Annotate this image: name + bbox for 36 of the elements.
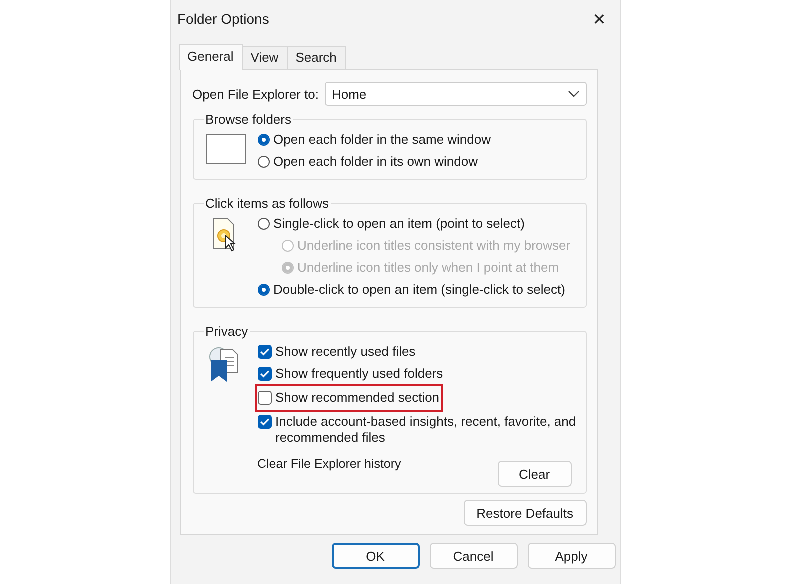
- option-label: Single-click to open an item (point to select): [274, 215, 525, 233]
- option-label: Include account-based insights, recent, favorite, and recommended files: [276, 413, 578, 447]
- option-label: Clear File Explorer history: [258, 456, 402, 473]
- checkbox[interactable]: [258, 415, 272, 429]
- option-label: Open each folder in its own window: [274, 153, 478, 171]
- radio-button[interactable]: [258, 284, 270, 296]
- option-label: Underline icon titles consistent with my browser: [298, 237, 571, 255]
- option-label: Double-click to open an item (single-click to select): [274, 281, 566, 299]
- dialog-button[interactable]: Apply: [528, 543, 616, 569]
- window-title: Folder Options: [178, 11, 270, 27]
- tab[interactable]: General: [178, 44, 243, 70]
- close-button[interactable]: ✕: [580, 2, 620, 36]
- checkbox[interactable]: [258, 345, 272, 359]
- radio-button[interactable]: [258, 218, 270, 230]
- option-label: Underline icon titles only when I point at them: [298, 259, 560, 277]
- group-title: Click items as follows: [204, 196, 330, 211]
- chevron-down-icon: [568, 90, 580, 98]
- radio-button[interactable]: [258, 156, 270, 168]
- restore-defaults-button[interactable]: Restore Defaults: [464, 500, 586, 526]
- window-icon: [206, 134, 246, 164]
- option-label: Show frequently used folders: [276, 365, 444, 383]
- document-cursor-icon: [212, 218, 238, 252]
- dropdown[interactable]: Home: [324, 82, 586, 106]
- group-title: Browse folders: [204, 112, 292, 127]
- dialog-button[interactable]: OK: [332, 543, 420, 569]
- field-label: Open File Explorer to:: [192, 86, 319, 102]
- group-title: Privacy: [204, 324, 250, 339]
- option-label: Show recommended section: [276, 389, 440, 407]
- checkbox[interactable]: [258, 391, 272, 405]
- dialog-button[interactable]: Cancel: [430, 543, 518, 569]
- tab[interactable]: Search: [286, 46, 346, 69]
- option-label: Show recently used files: [276, 343, 416, 361]
- checkbox[interactable]: [258, 367, 272, 381]
- option-label: Open each folder in the same window: [274, 131, 492, 149]
- clear-button[interactable]: Clear: [498, 461, 572, 487]
- radio-button[interactable]: [258, 134, 270, 146]
